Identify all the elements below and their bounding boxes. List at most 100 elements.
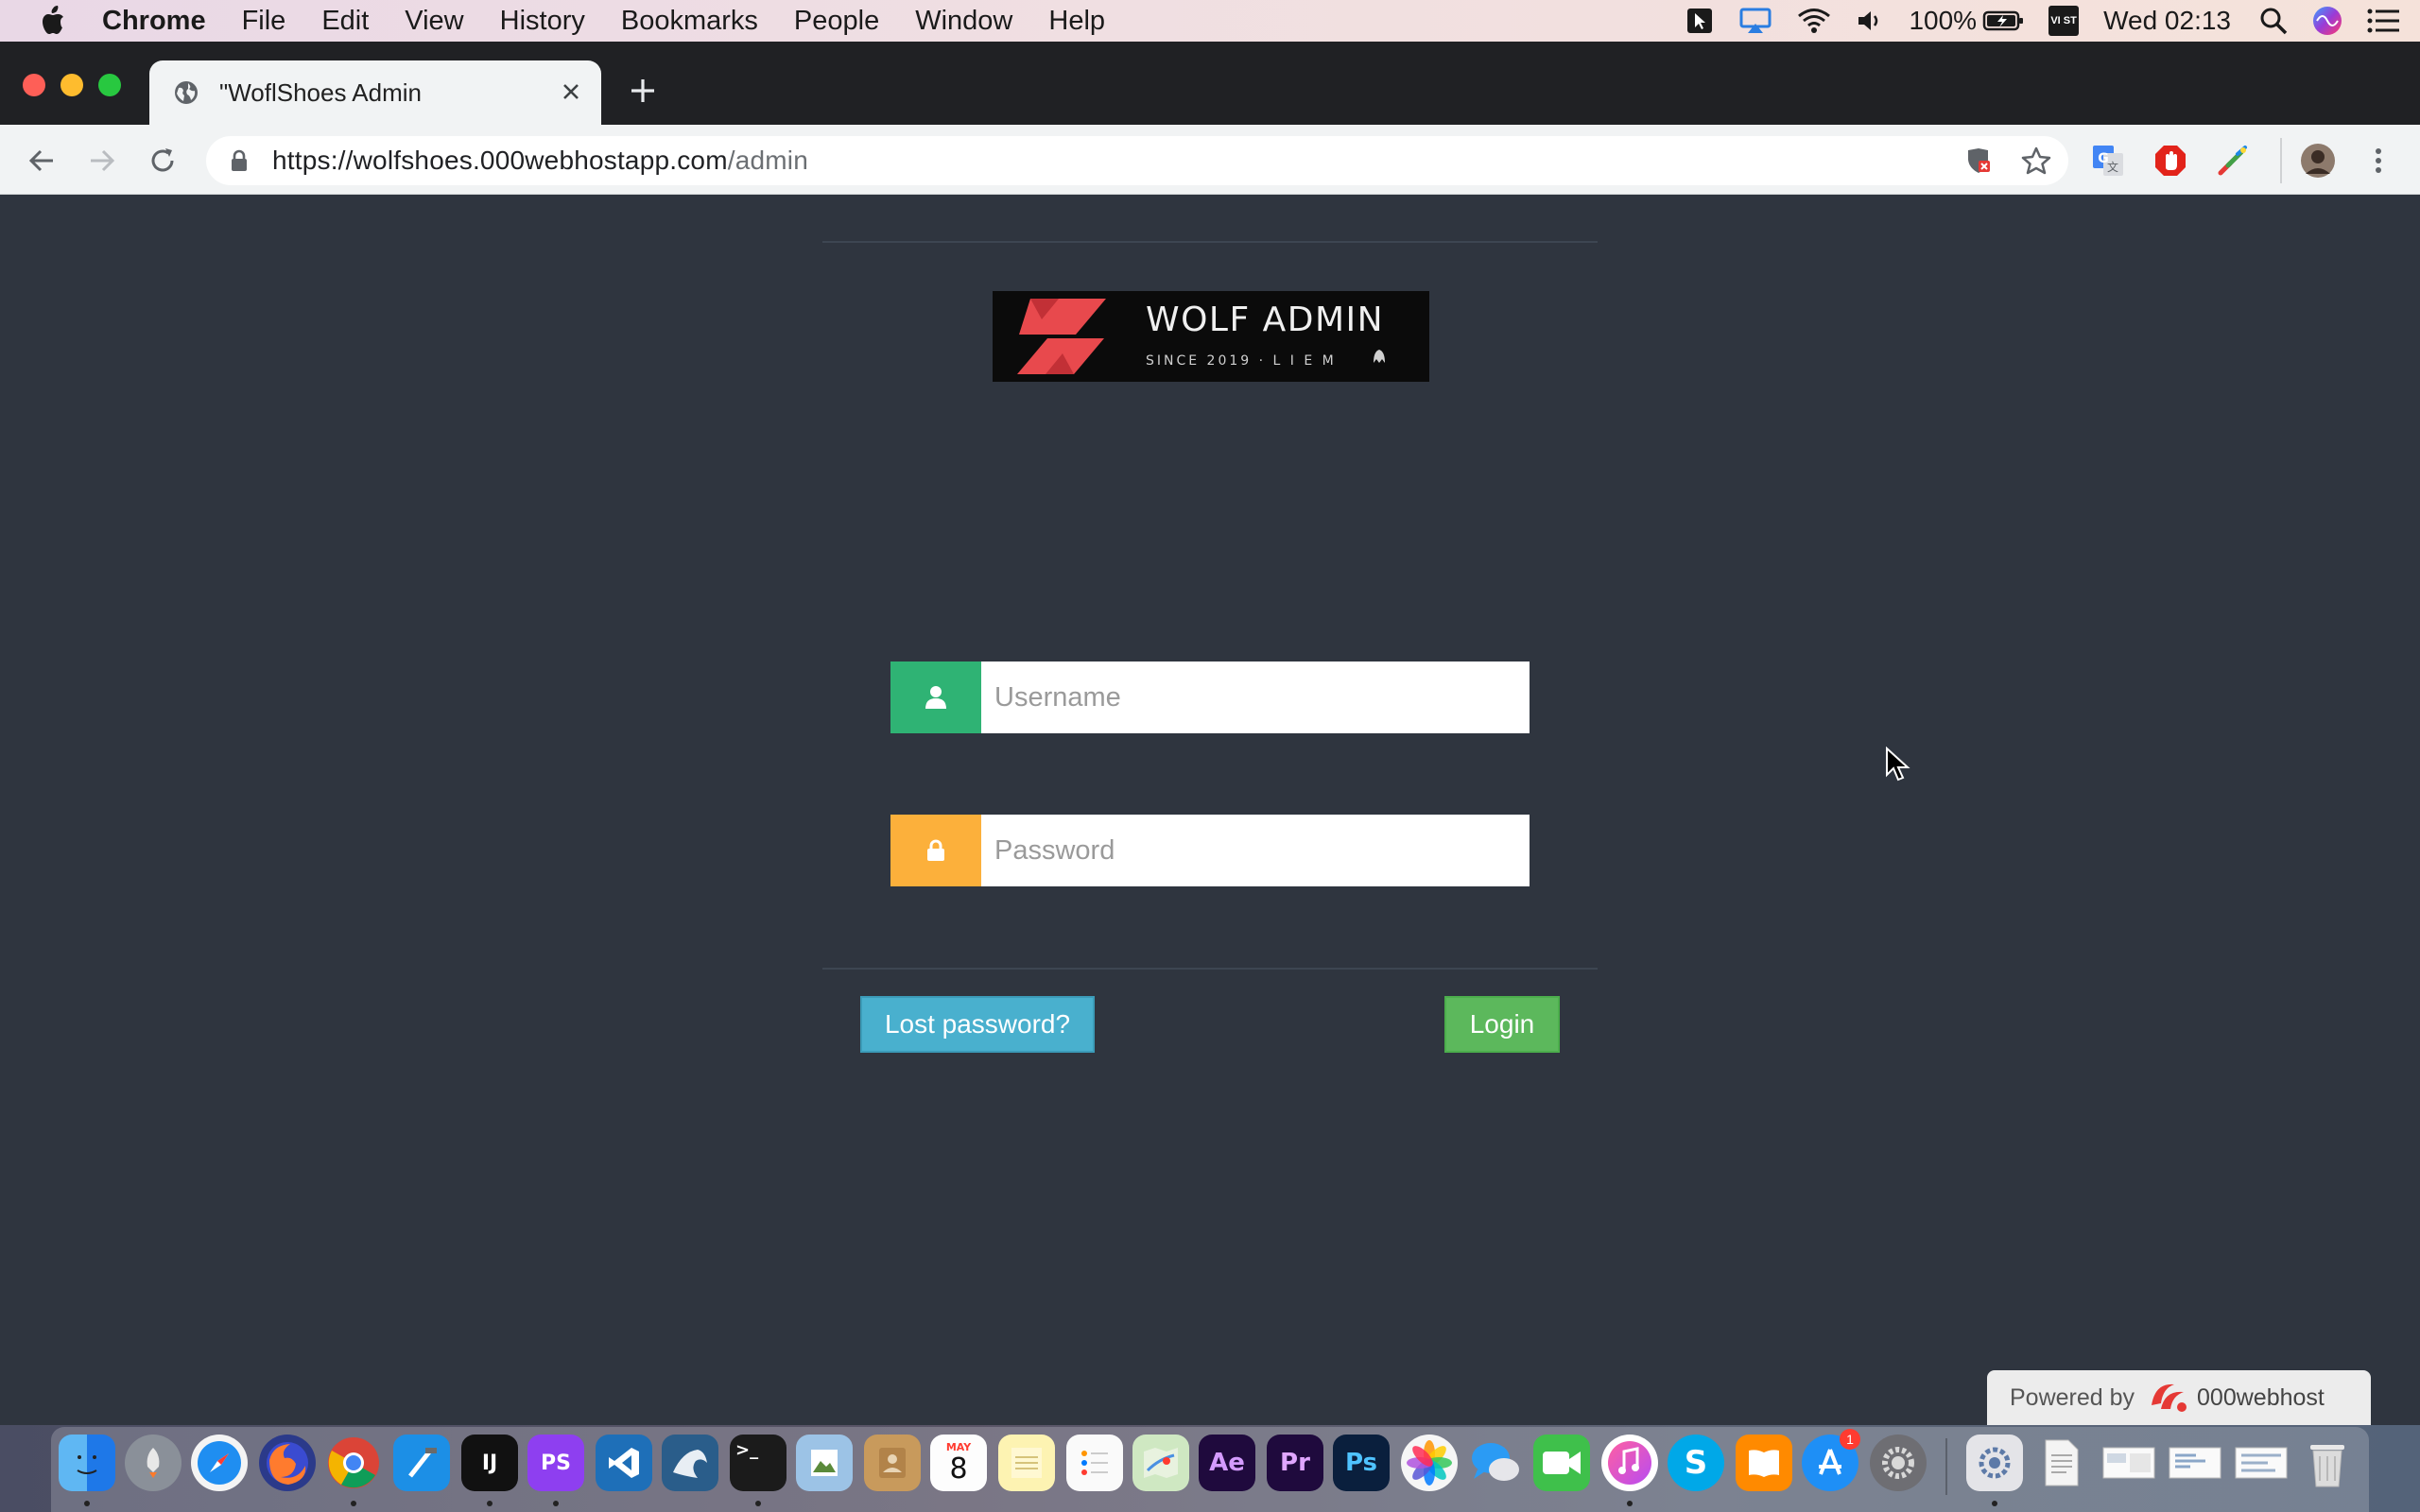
battery-percentage: 100%: [1909, 6, 1978, 35]
wifi-icon[interactable]: [1797, 0, 1831, 42]
airplay-icon[interactable]: [1738, 0, 1772, 42]
screenshot-stack-dock-icon[interactable]: [2100, 1435, 2157, 1491]
trash-dock-icon[interactable]: [2299, 1435, 2356, 1491]
color-picker-extension-icon[interactable]: [2214, 142, 2252, 180]
url-path: /admin: [727, 146, 808, 175]
intellij-dock-icon[interactable]: IJ: [461, 1435, 518, 1491]
downloads-stack-dock-icon[interactable]: [1966, 1435, 2023, 1491]
site-blocked-icon[interactable]: [1959, 142, 1996, 180]
menu-history[interactable]: History: [500, 6, 585, 37]
username-input[interactable]: [981, 662, 1530, 733]
calendar-dock-icon[interactable]: MAY 8: [930, 1435, 987, 1491]
xcode-dock-icon[interactable]: [393, 1435, 450, 1491]
reminders-dock-icon[interactable]: [1066, 1435, 1123, 1491]
powered-by-badge[interactable]: Powered by 000webhost: [1987, 1370, 2371, 1425]
000webhost-logo-icon: [2146, 1379, 2191, 1417]
running-indicator: [1992, 1501, 1997, 1506]
menu-people[interactable]: People: [794, 6, 879, 37]
apple-menu-icon[interactable]: [36, 4, 68, 38]
chrome-dock-icon[interactable]: [325, 1435, 382, 1491]
reload-button[interactable]: [144, 142, 182, 180]
svg-text:文: 文: [2107, 160, 2118, 174]
after-effects-dock-icon[interactable]: Ae: [1199, 1435, 1255, 1491]
window-close-button[interactable]: [23, 74, 45, 96]
maps-dock-icon[interactable]: [1132, 1435, 1189, 1491]
bookmark-star-icon[interactable]: [2017, 142, 2055, 180]
username-group: [890, 662, 1530, 733]
firefox-dock-icon[interactable]: [259, 1435, 316, 1491]
premiere-pro-dock-icon[interactable]: Pr: [1267, 1435, 1323, 1491]
menu-file[interactable]: File: [242, 6, 286, 37]
notification-center-icon[interactable]: [2367, 0, 2399, 42]
photoshop-dock-icon[interactable]: Ps: [1333, 1435, 1390, 1491]
mouse-cursor-icon: [1886, 747, 1910, 782]
dock-separator: [1945, 1438, 1947, 1495]
menu-view[interactable]: View: [405, 6, 463, 37]
screenshot-dock-icon[interactable]: [2233, 1435, 2290, 1491]
books-dock-icon[interactable]: [1736, 1435, 1792, 1491]
password-input[interactable]: [981, 815, 1530, 886]
tab-title: "WoflShoes Admin: [219, 77, 422, 107]
preview-dock-icon[interactable]: [796, 1435, 853, 1491]
volume-icon[interactable]: [1856, 0, 1884, 42]
url-text[interactable]: https://wolfshoes.000webhostapp.com/admi…: [272, 146, 808, 176]
itunes-dock-icon[interactable]: [1601, 1435, 1658, 1491]
google-translate-extension-icon[interactable]: G文: [2089, 142, 2127, 180]
wolf-logo-mark-icon: [1017, 299, 1106, 374]
top-divider: [822, 241, 1598, 243]
vscode-dock-icon[interactable]: [596, 1435, 652, 1491]
chrome-menu-icon[interactable]: [2360, 142, 2397, 180]
menu-window[interactable]: Window: [915, 6, 1012, 37]
finder-dock-icon[interactable]: [59, 1435, 115, 1491]
notes-dock-icon[interactable]: [998, 1435, 1055, 1491]
spotlight-search-icon[interactable]: [2259, 0, 2288, 42]
login-button[interactable]: Login: [1444, 996, 1560, 1053]
running-indicator: [84, 1501, 90, 1506]
running-indicator: [487, 1501, 493, 1506]
battery-icon[interactable]: [1982, 0, 2024, 42]
skype-dock-icon[interactable]: S: [1668, 1435, 1724, 1491]
phpstorm-dock-icon[interactable]: PS: [527, 1435, 584, 1491]
photos-dock-icon[interactable]: [1401, 1435, 1458, 1491]
running-indicator: [553, 1501, 559, 1506]
menu-bookmarks[interactable]: Bookmarks: [621, 6, 758, 37]
pointer-tool-icon[interactable]: [1685, 0, 1714, 42]
screenshot-dock-icon[interactable]: [2167, 1435, 2223, 1491]
menu-edit[interactable]: Edit: [321, 6, 369, 37]
user-icon: [890, 662, 981, 733]
input-source-icon[interactable]: VI ST: [2048, 0, 2080, 42]
arrow-left-icon: [28, 149, 53, 172]
browser-tab-active[interactable]: "WoflShoes Admin: [149, 60, 601, 125]
contacts-dock-icon[interactable]: [864, 1435, 921, 1491]
menu-app-chrome[interactable]: Chrome: [102, 6, 206, 37]
address-bar[interactable]: https://wolfshoes.000webhostapp.com/admi…: [206, 136, 2068, 185]
profile-avatar[interactable]: [2299, 142, 2337, 180]
document-dock-icon[interactable]: [2032, 1435, 2089, 1491]
window-zoom-button[interactable]: [98, 74, 121, 96]
menu-help[interactable]: Help: [1048, 6, 1105, 37]
messages-dock-icon[interactable]: [1467, 1435, 1524, 1491]
siri-icon[interactable]: [2312, 0, 2342, 42]
mysql-workbench-dock-icon[interactable]: [662, 1435, 718, 1491]
adblock-extension-icon[interactable]: [2152, 142, 2189, 180]
clock[interactable]: Wed 02:13: [2103, 6, 2231, 36]
forward-button[interactable]: [83, 142, 121, 180]
input-source-label: VI ST: [2048, 6, 2080, 36]
facetime-dock-icon[interactable]: [1533, 1435, 1590, 1491]
new-tab-button[interactable]: [624, 72, 662, 110]
system-preferences-dock-icon[interactable]: [1870, 1435, 1927, 1491]
safari-dock-icon[interactable]: [191, 1435, 248, 1491]
arrow-right-icon: [91, 149, 115, 172]
terminal-dock-icon[interactable]: >_: [730, 1435, 786, 1491]
tab-close-icon[interactable]: [562, 77, 580, 108]
window-minimize-button[interactable]: [60, 74, 83, 96]
lost-password-button[interactable]: Lost password?: [860, 996, 1095, 1053]
running-indicator: [1627, 1501, 1633, 1506]
back-button[interactable]: [23, 142, 60, 180]
wolf-admin-logo: WOLF ADMIN SINCE 2019 · L I E M: [993, 291, 1429, 382]
bottom-divider: [822, 968, 1598, 970]
launchpad-dock-icon[interactable]: [125, 1435, 182, 1491]
running-indicator: [351, 1501, 356, 1506]
lock-icon[interactable]: [231, 147, 251, 174]
logo-subtitle: SINCE 2019 · L I E M: [1146, 353, 1337, 369]
